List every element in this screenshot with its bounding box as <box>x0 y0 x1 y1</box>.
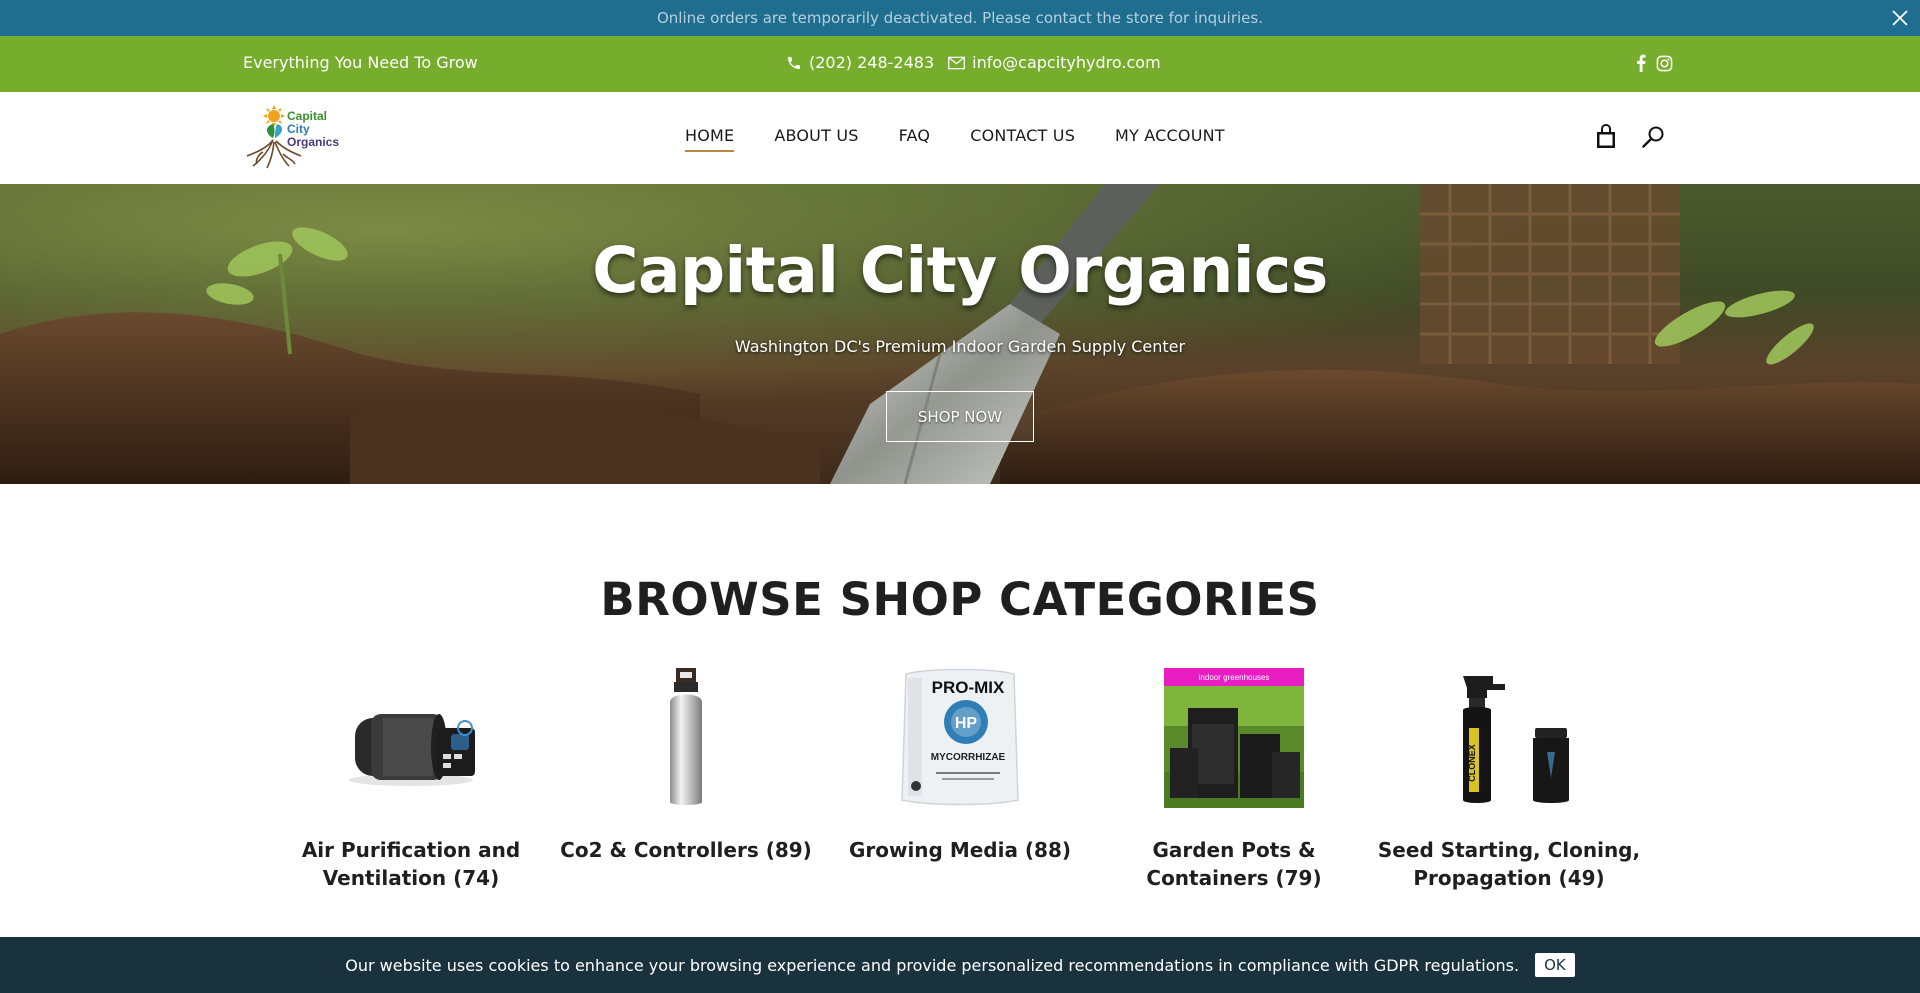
site-header: Capital City Organics HOME ABOUT US FAQ … <box>0 92 1920 184</box>
inline-fan-icon <box>349 714 475 786</box>
cookie-consent-bar: Our website uses cookies to enhance your… <box>0 937 1920 993</box>
promix-mycorrhizae-text: MYCORRHIZAE <box>931 752 1006 763</box>
promix-brand-text: PRO-MIX <box>932 678 1005 697</box>
nav-faq[interactable]: FAQ <box>899 126 931 152</box>
nav-my-account[interactable]: MY ACCOUNT <box>1115 126 1225 152</box>
email-link[interactable]: info@capcityhydro.com <box>948 53 1161 72</box>
category-label: Seed Starting, Cloning, Propagation (49) <box>1377 838 1641 890</box>
logo-text-city: City <box>287 122 310 136</box>
category-seed-starting[interactable]: CLONEX Seed Starting, Cloning, Propagati… <box>1377 668 1641 892</box>
main-nav: HOME ABOUT US FAQ CONTACT US MY ACCOUNT <box>685 126 1225 152</box>
contact-info: (202) 248-2483 info@capcityhydro.com <box>786 53 1161 72</box>
phone-number: (202) 248-2483 <box>809 53 935 72</box>
top-bar: Everything You Need To Grow (202) 248-24… <box>0 36 1920 92</box>
nav-home[interactable]: HOME <box>685 126 735 152</box>
phone-icon <box>788 56 800 69</box>
category-label: Co2 & Controllers (89) <box>560 838 812 862</box>
tent-banner-text: indoor greenhouses <box>1199 673 1270 682</box>
search-icon[interactable] <box>1641 125 1665 149</box>
promix-badge-text: HP <box>955 715 978 732</box>
shop-now-button[interactable]: SHOP NOW <box>886 391 1034 442</box>
logo-text-organics: Organics <box>287 135 339 149</box>
hero-banner: Capital City Organics Washington DC's Pr… <box>0 184 1920 484</box>
nav-contact-us[interactable]: CONTACT US <box>970 126 1075 152</box>
cookie-consent-text: Our website uses cookies to enhance your… <box>345 955 1520 975</box>
store-notice-text: Online orders are temporarily deactivate… <box>656 9 1263 27</box>
category-label: Air Purification and Ventilation (74) <box>301 838 521 890</box>
nav-about-us[interactable]: ABOUT US <box>774 126 858 152</box>
clonex-label-text: CLONEX <box>1467 744 1477 782</box>
category-air-purification[interactable]: Air Purification and Ventilation (74) <box>279 668 543 892</box>
mail-icon <box>948 56 966 69</box>
site-logo[interactable]: Capital City Organics <box>243 104 347 170</box>
shopping-bag-icon[interactable] <box>1594 124 1618 150</box>
phone-link[interactable]: (202) 248-2483 <box>786 53 934 72</box>
category-co2-controllers[interactable]: Co2 & Controllers (89) <box>554 668 818 864</box>
categories-heading: BROWSE SHOP CATEGORIES <box>600 573 1320 626</box>
email-address: info@capcityhydro.com <box>972 53 1161 72</box>
category-label: Growing Media (88) <box>848 838 1072 862</box>
clonex-bottles-icon: CLONEX <box>1463 676 1569 803</box>
logo-text-capital: Capital <box>287 109 327 123</box>
promix-bag-icon: PRO-MIX HP MYCORRHIZAE <box>901 668 1019 806</box>
co2-tank-icon <box>670 668 702 805</box>
hero-subtitle: Washington DC's Premium Indoor Garden Su… <box>734 337 1186 356</box>
store-notice-bar: Online orders are temporarily deactivate… <box>0 0 1920 36</box>
hero-title: Capital City Organics <box>592 234 1328 307</box>
instagram-icon[interactable] <box>1656 55 1673 72</box>
close-icon[interactable] <box>1888 6 1912 30</box>
grow-tent-icon: indoor greenhouses <box>1164 668 1304 808</box>
cookie-ok-button[interactable]: OK <box>1535 953 1575 977</box>
category-garden-pots[interactable]: indoor greenhouses Garden Pots & Contain… <box>1102 668 1366 892</box>
social-links <box>1636 54 1673 72</box>
tagline: Everything You Need To Grow <box>243 53 478 72</box>
category-label: Garden Pots & Containers (79) <box>1146 838 1322 890</box>
facebook-icon[interactable] <box>1636 54 1646 72</box>
category-growing-media[interactable]: PRO-MIX HP MYCORRHIZAE Growing Media (88… <box>828 668 1092 864</box>
